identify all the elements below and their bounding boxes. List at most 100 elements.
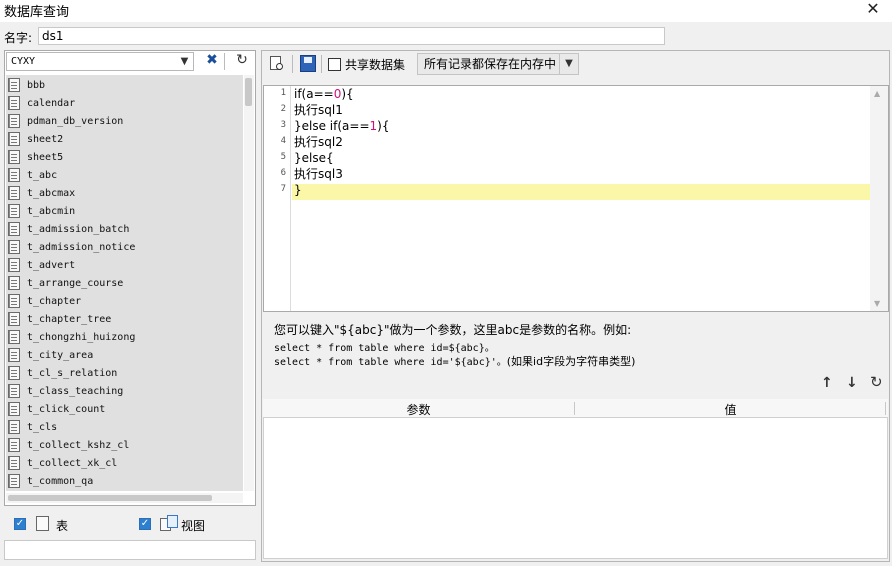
scrollbar-thumb[interactable] [245, 78, 252, 106]
line-number: 7 [280, 184, 286, 194]
table-list-item[interactable]: t_city_area [8, 346, 238, 364]
table-name: calendar [27, 97, 76, 109]
table-list-item[interactable]: t_arrange_course [8, 274, 238, 292]
title-bar [0, 0, 892, 22]
show-tables-checkbox[interactable]: ✓ [14, 518, 26, 530]
table-list-item[interactable]: t_class_teaching [8, 382, 238, 400]
table-list-item[interactable]: t_admission_notice [8, 238, 238, 256]
table-list-item[interactable]: t_chapter [8, 292, 238, 310]
chevron-down-icon[interactable]: ▼ [176, 53, 193, 70]
line-number: 5 [280, 152, 286, 162]
toolbar-divider [224, 53, 225, 70]
column-header-value[interactable]: 值 [575, 401, 886, 418]
code-line[interactable]: }else if(a==1){ [294, 118, 389, 134]
scroll-up-icon[interactable]: ▲ [874, 89, 880, 98]
table-name: t_advert [27, 259, 76, 271]
show-views-checkbox[interactable]: ✓ [139, 518, 151, 530]
share-dataset-checkbox[interactable] [328, 58, 341, 71]
code-line[interactable]: 执行sql2 [294, 134, 343, 150]
window-title: 数据库查询 [4, 5, 70, 20]
code-line[interactable]: if(a==0){ [294, 86, 354, 102]
parameter-example-1: select * from table where id=${abc}。 [274, 343, 495, 354]
name-label: 名字: [4, 31, 33, 45]
parameter-table[interactable] [263, 399, 888, 559]
table-list-item[interactable]: t_common_qa [8, 472, 238, 490]
table-list-item[interactable]: t_collect_kshz_cl [8, 436, 238, 454]
chevron-down-icon[interactable]: ▼ [559, 54, 578, 74]
table-name: t_chapter_tree [27, 313, 112, 325]
table-icon [8, 456, 20, 470]
parameter-example-2-note: (如果id字段为字符串类型) [506, 355, 636, 368]
table-icon [8, 366, 20, 380]
table-list-item[interactable]: t_cl_s_relation [8, 364, 238, 382]
view-icon [160, 515, 178, 531]
table-name: t_abcmax [27, 187, 76, 199]
table-icon [8, 402, 20, 416]
code-text: ){ [377, 119, 390, 133]
table-list-item[interactable]: t_chongzhi_huizong [8, 328, 238, 346]
table-list-item[interactable]: t_advert [8, 256, 238, 274]
parameter-hint: 您可以键入"${abc}"做为一个参数，这里abc是参数的名称。例如: [274, 323, 632, 337]
code-text: 执行sql2 [294, 135, 343, 149]
table-list-item[interactable]: t_cls [8, 418, 238, 436]
line-number: 1 [280, 88, 286, 98]
toolbar-divider [321, 55, 322, 73]
table-list-item[interactable]: bbb [8, 76, 238, 94]
table-name: bbb [27, 79, 46, 91]
table-list-item[interactable]: t_abc [8, 166, 238, 184]
table-list-item[interactable]: t_click_count [8, 400, 238, 418]
table-list-item[interactable]: sheet5 [8, 148, 238, 166]
table-name: pdman_db_version [27, 115, 124, 127]
table-list-item[interactable]: t_abcmax [8, 184, 238, 202]
code-line[interactable]: } [294, 182, 302, 198]
name-input[interactable]: ds1 [38, 27, 665, 45]
table-name: t_click_count [27, 403, 106, 415]
code-text: 执行sql1 [294, 103, 343, 117]
table-list-item[interactable]: pdman_db_version [8, 112, 238, 130]
move-up-icon[interactable]: ↑ [821, 375, 833, 391]
storage-mode-select[interactable]: 所有记录都保存在内存中 [417, 53, 579, 75]
table-filter-input[interactable] [4, 540, 256, 560]
table-list-vertical-scrollbar[interactable] [244, 75, 254, 491]
table-list-item[interactable]: t_collect_xk_cl [8, 454, 238, 472]
table-name: t_abcmin [27, 205, 76, 217]
table-icon [8, 186, 20, 200]
table-icon [8, 258, 20, 272]
column-header-parameter[interactable]: 参数 [263, 401, 574, 418]
table-list-item[interactable]: t_chapter_tree [8, 310, 238, 328]
refresh-icon[interactable]: ↻ [232, 51, 252, 71]
save-icon[interactable] [300, 55, 316, 72]
table-icon [8, 348, 20, 362]
scrollbar-thumb[interactable] [8, 495, 212, 501]
table-icon [8, 96, 20, 110]
preview-icon[interactable] [268, 55, 286, 73]
close-icon[interactable]: ✕ [862, 0, 884, 20]
table-list-item[interactable]: t_admission_batch [8, 220, 238, 238]
code-text: }else if(a== [294, 119, 370, 133]
refresh-parameters-icon[interactable]: ↻ [870, 373, 883, 391]
table-icon [8, 384, 20, 398]
move-down-icon[interactable]: ↓ [846, 375, 858, 391]
code-line[interactable]: 执行sql1 [294, 102, 343, 118]
tools-icon[interactable]: ✖ [202, 51, 222, 71]
scroll-down-icon[interactable]: ▼ [874, 299, 880, 308]
table-list-item[interactable]: sheet2 [8, 130, 238, 148]
table-list-item[interactable]: calendar [8, 94, 238, 112]
parameter-example-2-code: select * from table where id='${abc}'。 [274, 357, 507, 368]
code-line[interactable]: 执行sql3 [294, 166, 343, 182]
table-icon [8, 204, 20, 218]
table-list-item[interactable]: t_abcmin [8, 202, 238, 220]
code-text: }else{ [294, 151, 334, 165]
show-tables-label: 表 [56, 519, 69, 533]
editor-vertical-scrollbar[interactable] [870, 86, 888, 311]
table-icon [8, 438, 20, 452]
code-text: 执行sql3 [294, 167, 343, 181]
code-number-literal: 1 [369, 119, 378, 133]
parameter-example-2: select * from table where id='${abc}'。(如… [274, 353, 635, 369]
table-icon [8, 294, 20, 308]
line-number: 6 [280, 168, 286, 178]
code-line[interactable]: }else{ [294, 150, 334, 166]
table-name: t_chapter [27, 295, 82, 307]
schema-select[interactable]: CYXY [6, 52, 194, 71]
table-icon [8, 474, 20, 488]
